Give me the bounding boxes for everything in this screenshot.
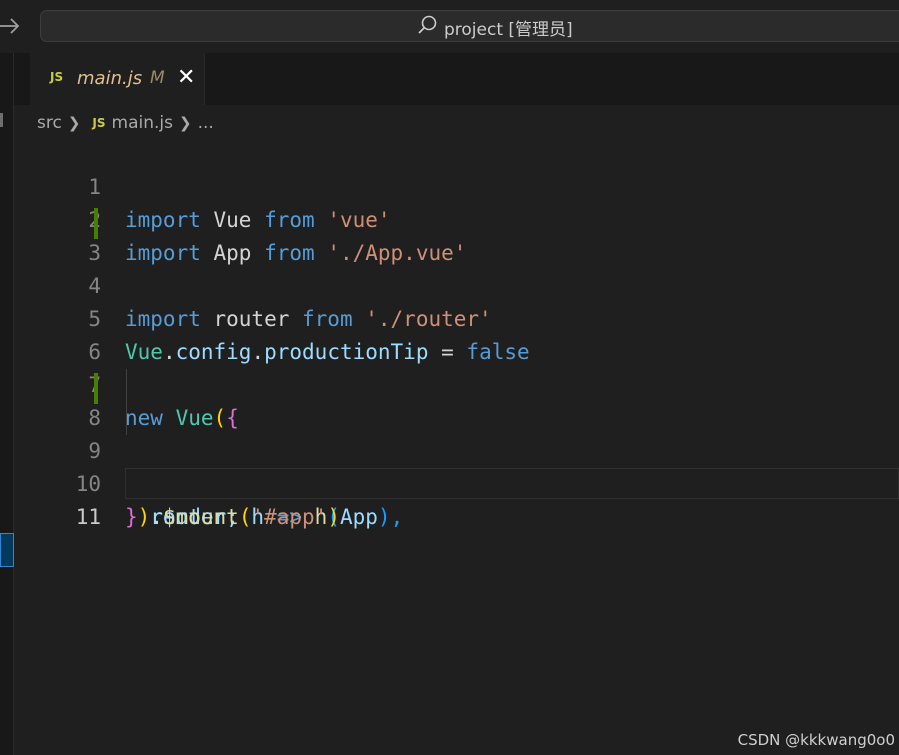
breadcrumb-file[interactable]: main.js (112, 113, 173, 133)
tab-filename: main.js (77, 68, 143, 89)
code-line: 6 (14, 303, 899, 364)
code-line: 4 (14, 237, 899, 298)
chevron-right-icon: ❯ (178, 114, 192, 132)
command-center-search[interactable]: project [管理员] (40, 10, 899, 42)
modified-gutter-marker[interactable] (94, 208, 98, 239)
code-line: 2 import App from './App.vue' (14, 171, 899, 265)
code-token: ) (137, 505, 151, 529)
command-center-label: project [管理员] (444, 19, 573, 40)
code-token: App (339, 505, 378, 529)
code-token: . (150, 505, 163, 529)
line-number: 11 (75, 505, 101, 529)
code-token: } (125, 505, 138, 529)
code-token: ), (377, 505, 404, 529)
breadcrumb: src ❯ JS main.js ❯ ... (37, 110, 214, 136)
watermark: CSDN @kkkwang0o0 (737, 731, 895, 749)
code-line: 9 render: h => h(App), (14, 402, 899, 529)
breadcrumb-folder[interactable]: src (37, 113, 62, 133)
strip-selection[interactable] (0, 533, 14, 567)
indent-guide (126, 402, 127, 435)
forward-arrow-icon[interactable] (0, 14, 22, 38)
code-token: $mount (162, 505, 239, 529)
code-line: 8 router, (14, 369, 899, 529)
title-bar: project [管理员] (0, 0, 899, 53)
current-line-highlight (125, 468, 899, 499)
chevron-right-icon: ❯ (67, 114, 81, 132)
editor-tabs: JS main.js M ✕ (14, 53, 899, 105)
code-line: 1 import Vue from 'vue' (14, 138, 899, 232)
breadcrumb-more[interactable]: ... (198, 113, 214, 133)
code-line: 3 import router from './router' (14, 204, 899, 331)
modified-gutter-marker[interactable] (94, 373, 98, 404)
code-token: '#app' (251, 505, 328, 529)
js-file-icon: JS (50, 70, 64, 84)
close-icon[interactable]: ✕ (177, 65, 195, 91)
js-file-icon: JS (92, 116, 106, 130)
search-icon (416, 14, 438, 40)
code-line: 7 new Vue({ (14, 336, 899, 430)
code-line: 5 Vue.config.productionTip = false (14, 270, 899, 364)
modified-indicator: M (150, 68, 165, 88)
activity-bar-edge (0, 53, 14, 755)
tab-main-js[interactable]: JS main.js M ✕ (30, 53, 205, 105)
strip-indicator (0, 113, 3, 127)
code-editor[interactable]: 1 import Vue from 'vue' 2 import App fro… (14, 138, 899, 755)
code-line-current: 11 (14, 468, 899, 529)
code-line: 10 }).$mount('#app') (14, 435, 899, 529)
code-token: ) (327, 505, 340, 529)
code-token: ( (238, 505, 252, 529)
indent-guide (126, 369, 127, 402)
